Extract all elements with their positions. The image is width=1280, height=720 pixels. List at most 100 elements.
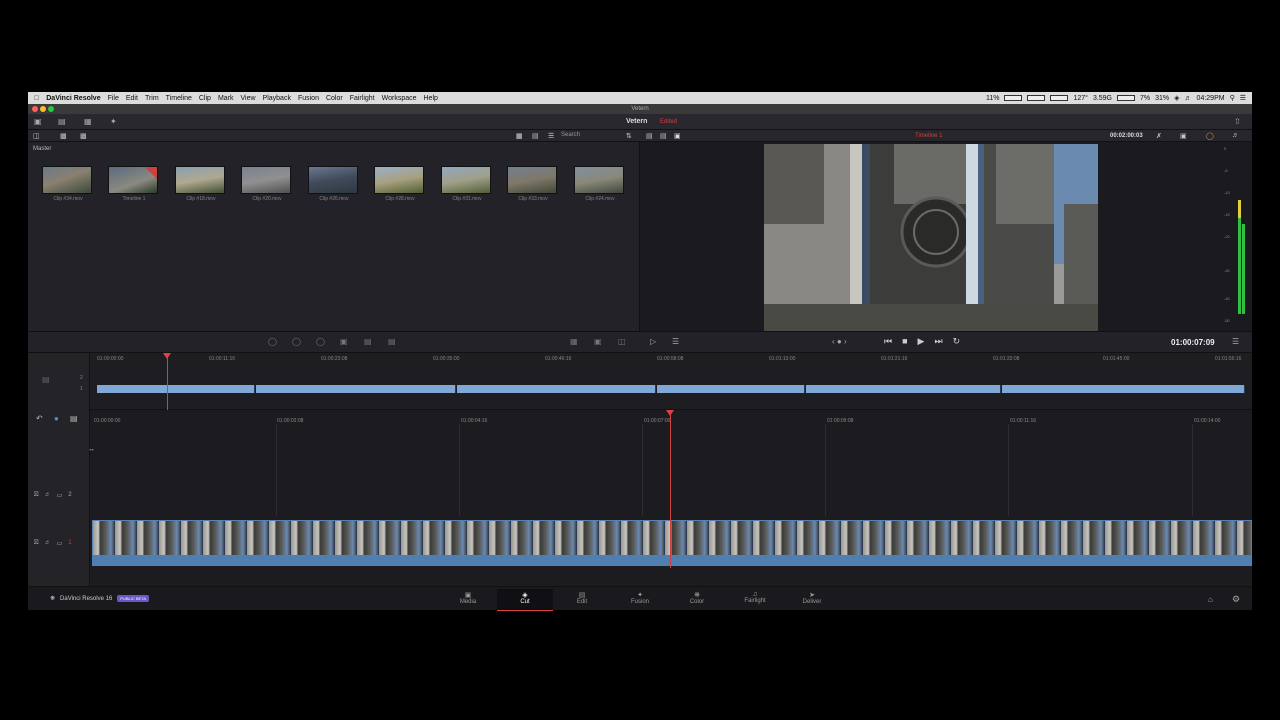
timeline-item[interactable]: Timeline 1 [108,166,160,202]
clock[interactable]: 04:29PM [1197,95,1225,102]
timeline-options-icon[interactable]: ▤ [70,414,78,423]
effects-icon[interactable]: ✦ [110,117,117,126]
panel-toggle-icon[interactable]: ◫ [33,132,40,140]
menu-workspace[interactable]: Workspace [382,95,417,102]
menu-edit[interactable]: Edit [126,95,138,102]
menu-playback[interactable]: Playback [263,95,291,102]
menu-file[interactable]: File [108,95,119,102]
clip-item[interactable]: Clip #33.mov [507,166,559,202]
import-media-icon[interactable]: ▩ [60,132,67,140]
timeline-view-icon[interactable]: ▣ [674,132,681,140]
menu-color[interactable]: Color [326,95,343,102]
jog-icon[interactable]: ‹ ● › [832,337,847,346]
main-timeline[interactable]: ↶ ● ▤ ⛝ ♬ ▭ 2 ⛝ ♬ ▭ 1 01:00:00:00 01:00:… [28,410,1252,586]
page-tab-color[interactable]: ❋ Color [669,589,725,611]
import-folder-icon[interactable]: ▩ [80,132,87,140]
audio-icon[interactable]: ♬ [45,492,51,498]
close-window-button[interactable] [32,106,38,112]
page-tab-fusion[interactable]: ✦ Fusion [612,589,668,611]
apple-icon[interactable]:  [34,95,39,102]
play-icon[interactable]: ▶ [918,336,925,347]
battery-percent[interactable]: 31% [1155,95,1169,102]
ripple-overwrite-icon[interactable]: ◯ [316,337,325,346]
search-icon[interactable]: ⚲ [1230,94,1235,102]
temperature[interactable]: 127° [1073,95,1087,102]
source-tape-icon[interactable]: ▤ [660,132,667,140]
overview-clip[interactable] [806,385,1001,393]
page-tab-edit[interactable]: ▤ Edit [554,589,610,611]
clip-item[interactable]: Clip #28.mov [374,166,426,202]
timeline-playhead[interactable] [670,414,671,568]
menu-app-name[interactable]: DaVinci Resolve [46,95,100,102]
video-icon[interactable]: ▭ [57,540,63,547]
sort-icon[interactable]: ⇅ [626,132,632,140]
viewer-settings-icon[interactable]: ☰ [672,337,679,346]
viewer-options-icon[interactable]: ▣ [1180,132,1187,140]
overview-clip[interactable] [1002,385,1245,393]
thumbnail-view-icon[interactable]: ▦ [516,132,523,140]
menu-timeline[interactable]: Timeline [166,95,192,102]
overview-clip[interactable] [256,385,456,393]
skip-forward-icon[interactable]: ⏭ [934,336,942,347]
page-tab-media[interactable]: ▣ Media [440,589,496,611]
minimize-window-button[interactable] [40,106,46,112]
overview-clip[interactable] [657,385,805,393]
clip-item[interactable]: Clip #34.mov [42,166,94,202]
overview-playhead-handle[interactable] [163,353,171,359]
lock-icon[interactable]: ⛝ [34,492,39,499]
menu-clip[interactable]: Clip [199,95,211,102]
memory[interactable]: 3.59G [1093,95,1112,102]
menu-fusion[interactable]: Fusion [298,95,319,102]
stop-icon[interactable]: ■ [902,336,907,347]
transitions-icon[interactable]: ▦ [84,117,92,126]
marker-icon[interactable]: ● [54,414,59,423]
clip-item[interactable]: Clip #24.mov [574,166,626,202]
menu-help[interactable]: Help [424,95,438,102]
video-icon[interactable]: ▭ [57,492,63,499]
wifi-icon[interactable]: ◈ [1174,94,1179,102]
transition-icon[interactable]: ◫ [618,337,626,346]
source-viewer-icon[interactable]: ▷ [650,337,656,346]
page-tab-cut[interactable]: ◈ Cut [497,589,553,611]
menu-trim[interactable]: Trim [145,95,159,102]
volume-icon[interactable]: ♬ [1185,95,1192,102]
search-label[interactable]: Search [561,132,580,138]
overview-timeline[interactable]: ▤ 2 1 01:00:00:00 01:00:11:16 01:00:23:0… [28,353,1252,410]
net-percent[interactable]: 7% [1140,95,1150,102]
audio-icon[interactable]: ♬ [45,540,51,546]
audio-speaker-icon[interactable]: ♬ [1232,132,1239,139]
viewer-frame[interactable] [764,144,1098,332]
zoom-window-button[interactable] [48,106,54,112]
options-menu-icon[interactable]: ☰ [1232,337,1239,346]
skip-back-icon[interactable]: ⏮ [884,336,892,347]
settings-gear-icon[interactable]: ⚙ [1232,594,1240,605]
timeline-playhead-handle[interactable] [666,410,674,416]
close-up-icon[interactable]: ▣ [340,337,348,346]
home-icon[interactable]: ⌂ [1208,595,1213,604]
menu-fairlight[interactable]: Fairlight [350,95,375,102]
clip-item[interactable]: Clip #26.mov [308,166,360,202]
list-view-icon[interactable]: ☰ [548,132,554,140]
smart-insert-icon[interactable]: ◯ [268,337,277,346]
quick-export-icon[interactable]: ⇧ [1234,117,1241,126]
clip-item[interactable]: Clip #31.mov [441,166,493,202]
menu-mark[interactable]: Mark [218,95,234,102]
page-tab-fairlight[interactable]: ♫ Fairlight [727,589,783,611]
media-pool-icon[interactable]: ▣ [34,117,42,126]
loop-indicator-icon[interactable]: ◯ [1206,132,1214,140]
overview-playhead[interactable] [167,357,168,410]
trim-icon[interactable]: ▣ [594,337,602,346]
loop-icon[interactable]: ↻ [953,336,961,347]
append-icon[interactable]: ◯ [292,337,301,346]
source-clip-icon[interactable]: ▤ [646,132,653,140]
snapping-icon[interactable]: ↶ [36,414,43,423]
menu-list-icon[interactable]: ☰ [1240,94,1246,102]
overview-clip[interactable] [97,385,255,393]
clip-item[interactable]: Clip #18.mov [175,166,227,202]
place-on-top-icon[interactable]: ▤ [364,337,372,346]
sync-bin-icon[interactable]: ▤ [58,117,66,126]
source-overwrite-icon[interactable]: ▤ [388,337,396,346]
page-tab-deliver[interactable]: ➤ Deliver [784,589,840,611]
menu-view[interactable]: View [241,95,256,102]
clip-item[interactable]: Clip #20.mov [241,166,293,202]
